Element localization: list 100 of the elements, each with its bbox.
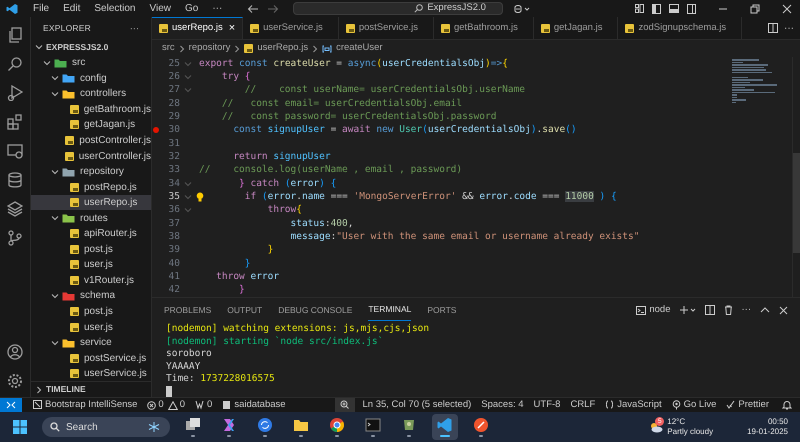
account-icon[interactable] xyxy=(7,344,23,360)
explorer-entry[interactable]: post.js xyxy=(31,304,151,320)
tab-close-button[interactable]: × xyxy=(228,20,236,37)
settings-icon[interactable] xyxy=(7,373,23,389)
breadcrumb-item[interactable]: src xyxy=(162,41,175,56)
js-file-icon xyxy=(250,24,260,32)
split-terminal-icon[interactable] xyxy=(704,305,714,315)
breadcrumb-item[interactable]: repository xyxy=(188,41,230,56)
copilot-icon[interactable] xyxy=(513,4,532,14)
folder-entry[interactable]: config xyxy=(31,70,151,86)
explorer-entry[interactable]: postRepo.js xyxy=(31,179,151,195)
source-control-icon[interactable] xyxy=(7,230,23,246)
extensions-icon[interactable] xyxy=(7,114,23,130)
menu-item[interactable]: Go xyxy=(178,1,206,16)
menu-item[interactable]: Selection xyxy=(87,1,142,16)
split-editor-icon[interactable] xyxy=(768,23,778,33)
chevron-down-icon[interactable] xyxy=(51,292,59,300)
panel-tab[interactable]: DEBUG CONSOLE xyxy=(278,300,352,320)
status-item[interactable]: UTF-8 xyxy=(528,398,566,412)
zoom-icon[interactable] xyxy=(335,398,356,412)
status-item[interactable]: Spaces: 4 xyxy=(476,398,529,412)
database-icon[interactable] xyxy=(7,172,23,188)
clock-time[interactable]: 00:50 xyxy=(768,417,788,427)
editor-tab[interactable]: zodSignupschema.js xyxy=(618,17,742,39)
editor-tab[interactable]: getBathroom.js xyxy=(434,17,534,39)
breadcrumb-item[interactable]: userRepo.js xyxy=(257,41,308,56)
folder-entry[interactable]: src xyxy=(31,55,151,71)
trash-icon[interactable] xyxy=(724,305,732,315)
more-actions[interactable]: ··· xyxy=(784,20,794,36)
panel-tab[interactable]: PROBLEMS xyxy=(164,300,212,320)
command-center-search[interactable]: ExpressJS2.0 xyxy=(293,2,504,15)
editor-tab[interactable]: userService.js xyxy=(243,17,339,39)
explorer-entry[interactable]: userRepo.js xyxy=(31,194,151,210)
status-item[interactable]: Prettier xyxy=(721,398,774,412)
chevron-down-icon[interactable] xyxy=(51,168,59,176)
windows-start-icon[interactable] xyxy=(12,419,28,435)
explorer-entry[interactable]: userController.js xyxy=(31,148,151,164)
explorer-entry[interactable]: getBathroom.js xyxy=(31,102,151,118)
terminal-selector[interactable]: node xyxy=(636,302,670,318)
toggle-sidebar-icon[interactable] xyxy=(652,4,661,14)
folder-entry[interactable]: routes xyxy=(31,210,151,226)
status-item[interactable]: 0 xyxy=(190,398,218,412)
explorer-entry[interactable]: v1Router.js xyxy=(31,272,151,288)
explorer-entry[interactable]: userService.js xyxy=(31,366,151,381)
chevron-down-icon[interactable] xyxy=(51,338,59,347)
menu-item[interactable]: File xyxy=(26,1,56,16)
plus-icon[interactable] xyxy=(680,305,696,315)
status-item[interactable]: Ln 35, Col 70 (5 selected) xyxy=(357,398,476,412)
close-icon[interactable] xyxy=(782,4,792,14)
panel-tab[interactable]: TERMINAL xyxy=(368,299,412,321)
folder-entry[interactable]: repository xyxy=(31,164,151,180)
layers-icon[interactable] xyxy=(7,201,23,217)
toggle-panel-icon[interactable] xyxy=(669,4,679,13)
chevron-down-icon[interactable] xyxy=(51,214,59,222)
lightbulb-icon[interactable] xyxy=(196,192,204,202)
status-item[interactable]: Go Live xyxy=(666,398,722,412)
explorer-entry[interactable]: apiRouter.js xyxy=(31,226,151,242)
forward-arrow-icon[interactable] xyxy=(267,4,280,14)
menu-item[interactable]: Edit xyxy=(56,1,88,16)
explorer-entry[interactable]: user.js xyxy=(31,319,151,335)
problems-status[interactable]: 0 0 xyxy=(142,398,190,412)
taskbar-search-field[interactable]: Search xyxy=(42,417,170,437)
chevron-right-icon[interactable] xyxy=(35,386,43,394)
explorer-entry[interactable]: postController.js xyxy=(31,132,151,148)
editor-tab[interactable]: getJagan.js xyxy=(534,17,618,39)
explorer-entry[interactable]: user.js xyxy=(31,257,151,273)
folder-entry[interactable]: schema xyxy=(31,288,151,304)
status-item[interactable]: JavaScript xyxy=(600,398,667,412)
remote-icon[interactable] xyxy=(0,398,22,412)
status-item[interactable]: CRLF xyxy=(565,398,600,412)
status-item[interactable]: Bootstrap IntelliSense xyxy=(28,398,142,412)
breadcrumb-item[interactable]: createUser xyxy=(336,41,383,56)
editor-tab[interactable]: userRepo.js × xyxy=(152,17,244,39)
panel-tab[interactable]: OUTPUT xyxy=(227,300,262,320)
bell-icon[interactable] xyxy=(782,400,792,410)
back-arrow-icon[interactable] xyxy=(247,4,260,14)
workspace-root[interactable]: EXPRESSJS2.0 xyxy=(31,39,151,55)
folder-entry[interactable]: service xyxy=(31,334,151,350)
clock-date[interactable]: 19-01-2025 xyxy=(747,427,788,437)
status-item[interactable]: saidatabase xyxy=(217,398,291,412)
restore-icon[interactable] xyxy=(750,4,760,14)
search-icon[interactable] xyxy=(7,56,23,72)
customize-layout-icon[interactable] xyxy=(635,4,644,13)
folder-entry[interactable]: controllers xyxy=(31,86,151,102)
explorer-entry[interactable]: postService.js xyxy=(31,350,151,366)
files-icon[interactable] xyxy=(7,27,23,43)
menu-item[interactable]: ··· xyxy=(205,1,230,16)
run-debug-icon[interactable] xyxy=(7,85,23,101)
taskbar-app[interactable] xyxy=(432,414,458,440)
editor-tab[interactable]: postService.js xyxy=(338,17,434,39)
chevron-up-icon[interactable] xyxy=(760,306,770,314)
explorer-entry[interactable]: post.js xyxy=(31,242,151,258)
more-actions[interactable]: ··· xyxy=(130,22,139,34)
toggle-secondary-sidebar-icon[interactable] xyxy=(687,4,696,14)
menu-item[interactable]: View xyxy=(142,1,178,16)
panel-tab[interactable]: PORTS xyxy=(427,300,456,320)
more-actions[interactable]: ··· xyxy=(742,302,751,318)
close-icon[interactable] xyxy=(779,306,788,314)
explorer-entry[interactable]: getJagan.js xyxy=(31,117,151,133)
remote-explorer-icon[interactable] xyxy=(7,143,23,159)
